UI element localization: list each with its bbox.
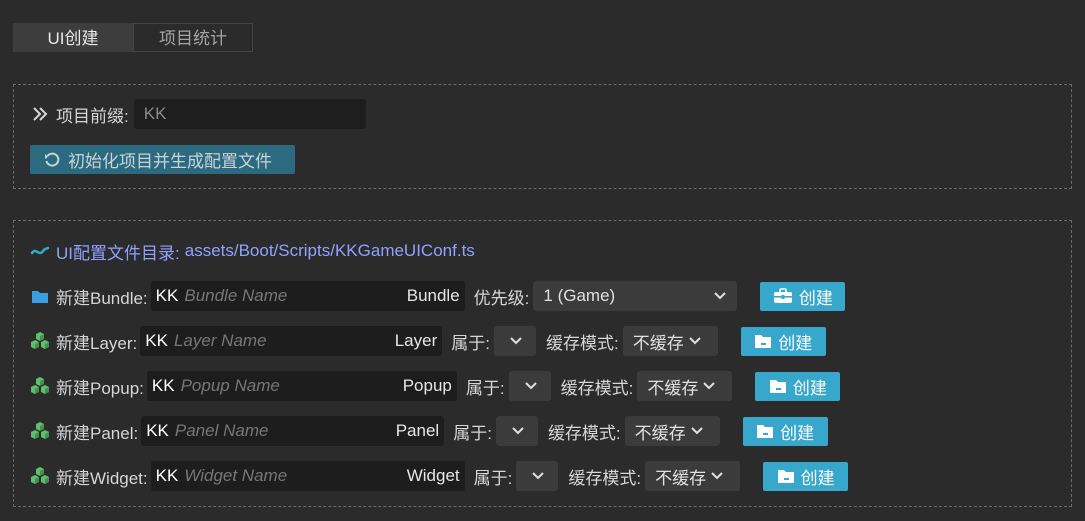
chevron-down-icon xyxy=(702,376,716,396)
new-bundle-label: 新建Bundle: xyxy=(56,288,148,308)
refresh-icon xyxy=(42,150,62,170)
widget-prefix: KK xyxy=(155,466,179,485)
config-dir-path: assets/Boot/Scripts/KKGameUIConf.ts xyxy=(184,241,475,260)
popup-name-input[interactable]: KK Popup Name Popup xyxy=(146,371,457,401)
create-widget-button[interactable]: 创建 xyxy=(763,461,849,491)
prefix-input[interactable]: KK xyxy=(133,99,366,129)
create-panel-button[interactable]: 创建 xyxy=(742,416,828,446)
priority-value: 1 (Game) xyxy=(543,286,616,305)
cubes-icon xyxy=(30,421,50,441)
popup-cache-value: 不缓存 xyxy=(647,378,699,398)
panel-prefix: KK xyxy=(146,421,169,440)
priority-select[interactable]: 1 (Game) xyxy=(533,281,738,311)
layer-cache-label: 缓存模式: xyxy=(545,333,619,353)
layer-belong-select[interactable] xyxy=(493,326,536,356)
prefix-label: 项目前缀: xyxy=(56,106,129,126)
popup-belong-label: 属于: xyxy=(465,378,505,398)
init-project-button[interactable]: 初始化项目并生成配置文件 xyxy=(30,145,295,174)
widget-cache-select[interactable]: 不缓存 xyxy=(645,461,741,491)
tab-project-stats[interactable]: 项目统计 xyxy=(133,23,253,52)
priority-label: 优先级: xyxy=(473,288,530,308)
bundle-suffix: Bundle xyxy=(406,286,460,305)
layer-prefix: KK xyxy=(145,331,168,350)
popup-belong-select[interactable] xyxy=(508,371,551,401)
create-layer-label: 创建 xyxy=(778,333,813,353)
panel-cache-value: 不缓存 xyxy=(634,423,686,443)
new-popup-label: 新建Popup: xyxy=(56,378,144,398)
panel-belong-label: 属于: xyxy=(453,423,492,443)
config-path-row: UI配置文件目录: assets/Boot/Scripts/KKGameUICo… xyxy=(30,236,475,266)
layer-name-input[interactable]: KK Layer Name Layer xyxy=(140,326,443,356)
panel-cache-select[interactable]: 不缓存 xyxy=(624,416,720,446)
popup-cache-select[interactable]: 不缓存 xyxy=(637,371,733,401)
new-panel-label: 新建Panel: xyxy=(56,423,139,443)
double-chevron-right-icon xyxy=(30,104,50,124)
tab-bar: UI创建 项目统计 xyxy=(13,23,253,52)
widget-belong-select[interactable] xyxy=(516,461,559,491)
chevron-down-icon xyxy=(690,421,704,441)
new-layer-label: 新建Layer: xyxy=(56,333,138,353)
wave-icon xyxy=(30,241,50,261)
new-bundle-row: 新建Bundle: KK Bundle Name Bundle 优先级: 1 (… xyxy=(30,281,846,311)
popup-cache-label: 缓存模式: xyxy=(560,378,634,398)
create-widget-label: 创建 xyxy=(800,468,835,488)
panel-placeholder: Panel Name xyxy=(174,421,269,440)
folder-icon xyxy=(777,468,795,484)
ui-create-panel: UI配置文件目录: assets/Boot/Scripts/KKGameUICo… xyxy=(13,220,1072,507)
config-dir-label: UI配置文件目录: xyxy=(56,243,180,263)
new-widget-row: 新建Widget: KK Widget Name Widget 属于: 缓存模式… xyxy=(30,461,849,491)
panel-belong-select[interactable] xyxy=(495,416,538,446)
prefix-row: 项目前缀: KK xyxy=(30,99,366,129)
panel-name-input[interactable]: KK Panel Name Panel xyxy=(141,416,445,446)
cubes-icon xyxy=(30,331,50,351)
layer-placeholder: Layer Name xyxy=(173,331,267,350)
init-project-label: 初始化项目并生成配置文件 xyxy=(68,152,272,171)
popup-placeholder: Popup Name xyxy=(180,376,280,395)
create-bundle-label: 创建 xyxy=(798,288,833,308)
chevron-down-icon xyxy=(710,466,724,486)
cubes-icon xyxy=(30,466,50,486)
folder-icon xyxy=(754,333,772,349)
bundle-placeholder: Bundle Name xyxy=(184,286,288,305)
create-panel-label: 创建 xyxy=(780,423,815,443)
cubes-icon xyxy=(30,376,50,396)
chevron-down-icon xyxy=(509,331,523,351)
bundle-prefix: KK xyxy=(155,286,179,305)
folder-icon xyxy=(756,423,774,439)
create-bundle-button[interactable]: 创建 xyxy=(760,281,846,311)
panel-cache-label: 缓存模式: xyxy=(547,423,621,443)
new-popup-row: 新建Popup: KK Popup Name Popup 属于: 缓存模式: 不… xyxy=(30,371,841,401)
chevron-down-icon xyxy=(524,376,538,396)
tab-ui-create[interactable]: UI创建 xyxy=(13,23,133,52)
widget-suffix: Widget xyxy=(406,466,460,485)
panel-suffix: Panel xyxy=(395,421,440,440)
chevron-down-icon xyxy=(688,331,702,351)
chevron-down-icon xyxy=(511,421,525,441)
widget-belong-label: 属于: xyxy=(473,468,513,488)
widget-cache-label: 缓存模式: xyxy=(568,468,642,488)
widget-name-input[interactable]: KK Widget Name Widget xyxy=(150,461,465,491)
toolbox-icon xyxy=(773,288,793,304)
new-widget-label: 新建Widget: xyxy=(56,468,148,488)
popup-prefix: KK xyxy=(151,376,175,395)
widget-placeholder: Widget Name xyxy=(184,466,288,485)
new-panel-row: 新建Panel: KK Panel Name Panel 属于: 缓存模式: 不… xyxy=(30,416,828,446)
layer-belong-label: 属于: xyxy=(451,333,490,353)
folder-icon xyxy=(769,378,787,394)
bundle-name-input[interactable]: KK Bundle Name Bundle xyxy=(150,281,465,311)
project-init-panel: 项目前缀: KK 初始化项目并生成配置文件 xyxy=(13,84,1072,189)
folder-icon xyxy=(30,286,50,306)
layer-suffix: Layer xyxy=(394,331,438,350)
chevron-down-icon xyxy=(713,286,727,306)
popup-suffix: Popup xyxy=(402,376,452,395)
layer-cache-select[interactable]: 不缓存 xyxy=(622,326,718,356)
create-popup-label: 创建 xyxy=(792,378,827,398)
new-layer-row: 新建Layer: KK Layer Name Layer 属于: 缓存模式: 不… xyxy=(30,326,826,356)
chevron-down-icon xyxy=(531,466,545,486)
create-layer-button[interactable]: 创建 xyxy=(740,326,826,356)
create-popup-button[interactable]: 创建 xyxy=(755,371,841,401)
layer-cache-value: 不缓存 xyxy=(632,333,684,353)
widget-cache-value: 不缓存 xyxy=(655,468,707,488)
